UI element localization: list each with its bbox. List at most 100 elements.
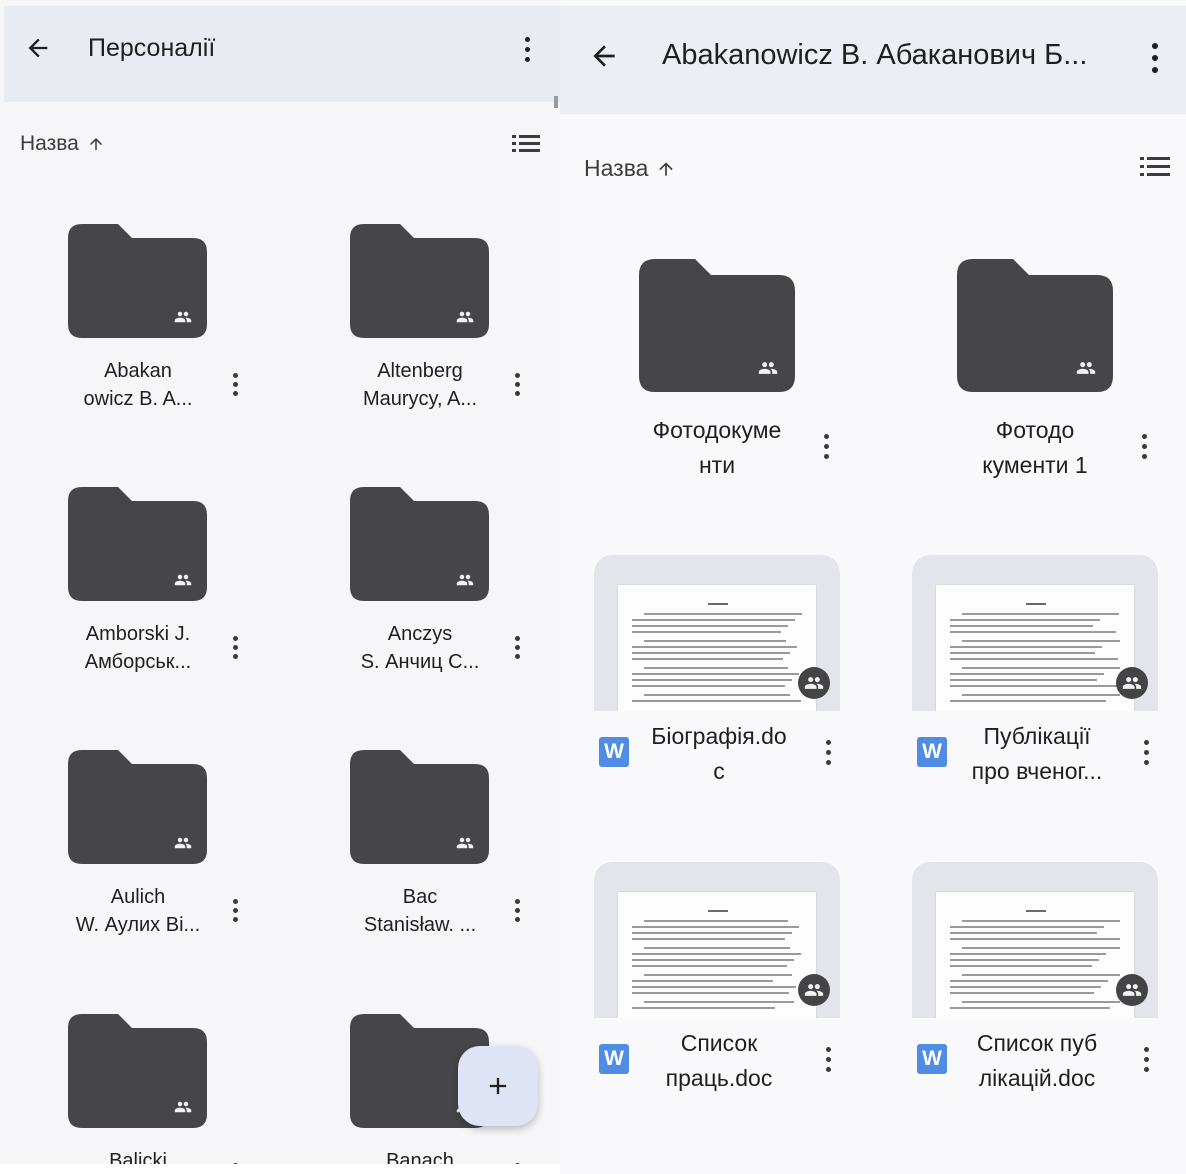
shared-people-icon <box>174 1098 192 1121</box>
shared-people-icon <box>456 834 474 857</box>
item-more-button[interactable] <box>1132 429 1156 463</box>
item-name-line1: Список <box>680 1030 758 1056</box>
more-vert-icon <box>1152 43 1158 73</box>
item-name-line2: Stanisław. ... <box>363 914 477 936</box>
item-name: Біографія.do c <box>624 719 814 788</box>
item-name-line1: Amborski J. <box>85 623 191 645</box>
more-vert-icon <box>825 739 831 765</box>
right-top-app-bar: Abakanowicz B. Абаканович Б... <box>560 6 1186 114</box>
more-vert-icon <box>232 898 238 922</box>
item-name: Amborski J. Амборськ... <box>58 620 218 676</box>
item-more-button[interactable] <box>505 632 529 662</box>
list-view-button[interactable] <box>1140 155 1170 184</box>
item-name-line1: Список пуб <box>976 1030 1098 1056</box>
item-name: Abakan owicz B. A... <box>58 357 218 413</box>
item-more-button[interactable] <box>223 632 247 662</box>
item-more-button[interactable] <box>1134 1042 1158 1076</box>
item-name-line1: Біографія.do <box>651 723 787 749</box>
list-view-icon <box>1140 157 1170 176</box>
item-name-line2: нти <box>698 451 736 478</box>
item-name: Фотодо кументи 1 <box>940 413 1130 482</box>
item-more-button[interactable] <box>816 1042 840 1076</box>
more-vert-icon <box>514 635 520 659</box>
more-vert-icon <box>1141 433 1147 459</box>
back-button[interactable] <box>22 32 54 64</box>
more-vert-icon <box>1143 739 1149 765</box>
list-view-icon <box>512 135 540 152</box>
shared-people-icon <box>1076 358 1096 383</box>
item-name-line2: кументи 1 <box>982 451 1088 478</box>
item-more-button[interactable] <box>223 895 247 925</box>
shared-people-icon <box>456 308 474 331</box>
left-top-app-bar: Персоналії <box>4 6 560 102</box>
document-thumbnail <box>912 555 1158 711</box>
page-title: Персоналії <box>88 34 216 62</box>
document-thumbnail <box>594 555 840 711</box>
shared-people-icon <box>456 571 474 594</box>
shared-people-icon <box>174 308 192 331</box>
arrow-up-icon <box>89 138 102 150</box>
more-vert-icon <box>232 372 238 396</box>
arrow-up-icon <box>659 161 674 176</box>
item-name-line1: Bac <box>402 886 438 908</box>
item-more-button[interactable] <box>814 429 838 463</box>
item-name-line2: про вченог... <box>971 757 1103 784</box>
arrow-back-icon <box>593 45 615 67</box>
add-new-button[interactable] <box>458 1046 538 1126</box>
more-vert-icon <box>514 898 520 922</box>
item-name: Список пуб лікацій.doc <box>942 1026 1132 1095</box>
scroll-indicator <box>554 96 558 108</box>
item-name-line2: S. Анчиц С... <box>360 651 480 673</box>
more-vert-icon <box>825 1046 831 1072</box>
sort-label: Назва <box>584 155 649 181</box>
item-name-line2: праць.doc <box>665 1064 773 1091</box>
shared-people-icon <box>1116 667 1148 699</box>
more-vert-icon <box>514 372 520 396</box>
document-preview-page <box>618 892 816 1018</box>
arrow-back-icon <box>28 38 48 58</box>
sort-by-name-button[interactable]: Назва <box>20 132 105 156</box>
list-view-button[interactable] <box>512 133 540 160</box>
item-name-line2: owicz B. A... <box>83 388 193 410</box>
document-preview-page <box>936 585 1134 711</box>
item-more-button[interactable] <box>816 735 840 769</box>
item-name-line2: лікацій.doc <box>978 1064 1096 1091</box>
item-name-line1: Фотодокуме <box>652 417 782 443</box>
item-name-line2: Амборськ... <box>84 651 192 673</box>
item-name-line2: Maurycy, A... <box>362 388 478 410</box>
item-name: Bac Stanisław. ... <box>340 883 500 939</box>
item-name: Aulich W. Аулих Ві... <box>58 883 218 939</box>
document-preview-page <box>936 892 1134 1018</box>
more-vert-icon <box>1143 1046 1149 1072</box>
more-vert-icon <box>232 635 238 659</box>
shared-people-icon <box>1116 974 1148 1006</box>
more-options-button[interactable] <box>1140 38 1170 78</box>
document-thumbnail <box>912 862 1158 1018</box>
item-name-line1: Abakan <box>104 360 172 382</box>
item-more-button[interactable] <box>505 369 529 399</box>
item-name-line1: Публікації <box>983 723 1091 749</box>
item-more-button[interactable] <box>223 369 247 399</box>
document-thumbnail <box>594 862 840 1018</box>
item-name: Список праць.doc <box>624 1026 814 1095</box>
left-panel: Персоналії Назва Abakan owicz B. A... Alt… <box>0 0 560 1174</box>
shared-people-icon <box>758 358 778 383</box>
more-options-button[interactable] <box>512 32 542 66</box>
item-more-button[interactable] <box>1134 735 1158 769</box>
more-vert-icon <box>823 433 829 459</box>
folder-title: Abakanowicz B. Абаканович Б... <box>662 39 1088 71</box>
sort-label: Назва <box>20 132 79 155</box>
right-panel: Abakanowicz B. Абаканович Б... Назва Фот… <box>560 0 1186 1174</box>
more-vert-icon <box>524 36 530 62</box>
item-name: Публікації про вченог... <box>942 719 1132 788</box>
back-button[interactable] <box>586 38 622 74</box>
item-name: Anczys S. Анчиц С... <box>340 620 500 676</box>
item-name-line1: Anczys <box>387 623 453 645</box>
item-name-line2: c <box>713 757 725 784</box>
shared-people-icon <box>798 974 830 1006</box>
plus-icon <box>489 1077 507 1095</box>
item-name-line2: W. Аулих Ві... <box>75 914 201 936</box>
sort-by-name-button[interactable]: Назва <box>584 155 676 182</box>
item-more-button[interactable] <box>505 895 529 925</box>
document-preview-page <box>618 585 816 711</box>
